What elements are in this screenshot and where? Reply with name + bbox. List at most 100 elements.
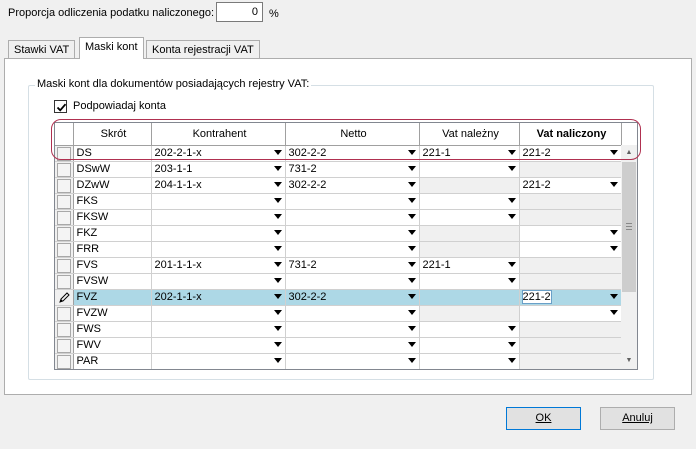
cell-kontrahent[interactable] (151, 337, 286, 354)
column-header-vat-nalezny[interactable]: Vat należny (419, 123, 520, 146)
chevron-down-icon[interactable] (407, 165, 416, 171)
cell-netto[interactable]: 302-2-2 (285, 145, 420, 162)
row-selector[interactable] (55, 305, 74, 322)
cell-kontrahent[interactable] (151, 353, 286, 369)
cell-skrot[interactable]: FRR (73, 241, 152, 258)
chevron-down-icon[interactable] (273, 181, 282, 187)
account-masks-grid[interactable]: Skrót Kontrahent Netto Vat należny Vat n… (54, 122, 638, 370)
chevron-down-icon[interactable] (507, 197, 516, 203)
table-row[interactable]: DSwW 203-1-1 731-2 (55, 161, 622, 178)
table-row[interactable]: FWV (55, 337, 622, 354)
cell-netto[interactable] (285, 209, 420, 226)
row-selector[interactable] (55, 161, 74, 178)
table-row[interactable]: FVS 201-1-1-x 731-2 221-1 (55, 257, 622, 274)
cell-vat-nalezny[interactable] (419, 273, 520, 290)
column-header-kontrahent[interactable]: Kontrahent (151, 123, 286, 146)
chevron-down-icon[interactable] (507, 149, 516, 155)
cell-vat-nalezny[interactable] (419, 161, 520, 178)
column-header-vat-naliczony[interactable]: Vat naliczony (519, 123, 622, 146)
chevron-down-icon[interactable] (407, 341, 416, 347)
cell-vat-naliczony[interactable] (519, 225, 622, 242)
cell-netto[interactable] (285, 193, 420, 210)
cell-vat-nalezny[interactable] (419, 305, 520, 322)
cell-kontrahent[interactable] (151, 241, 286, 258)
chevron-down-icon[interactable] (273, 357, 282, 363)
chevron-down-icon[interactable] (273, 165, 282, 171)
cell-netto[interactable]: 731-2 (285, 161, 420, 178)
cell-kontrahent[interactable]: 202-2-1-x (151, 145, 286, 162)
cell-vat-nalezny[interactable] (419, 241, 520, 258)
cell-kontrahent[interactable]: 204-1-1-x (151, 177, 286, 194)
cell-vat-nalezny[interactable] (419, 225, 520, 242)
cancel-button[interactable]: Anuluj (600, 407, 675, 430)
cell-vat-naliczony[interactable] (519, 305, 622, 322)
cell-vat-naliczony[interactable] (519, 321, 622, 338)
chevron-down-icon[interactable] (507, 165, 516, 171)
cell-netto[interactable]: 731-2 (285, 257, 420, 274)
cell-vat-naliczony[interactable] (519, 353, 622, 369)
chevron-down-icon[interactable] (507, 277, 516, 283)
chevron-down-icon[interactable] (273, 341, 282, 347)
cell-vat-nalezny[interactable] (419, 209, 520, 226)
cell-kontrahent[interactable] (151, 321, 286, 338)
chevron-down-icon[interactable] (609, 293, 618, 299)
cell-skrot[interactable]: FVSW (73, 273, 152, 290)
table-row[interactable]: FRR (55, 241, 622, 258)
chevron-down-icon[interactable] (609, 309, 618, 315)
chevron-down-icon[interactable] (407, 229, 416, 235)
cell-vat-nalezny[interactable] (419, 321, 520, 338)
cell-vat-naliczony[interactable] (519, 161, 622, 178)
cell-kontrahent[interactable] (151, 225, 286, 242)
cell-skrot[interactable]: FWS (73, 321, 152, 338)
cell-vat-nalezny[interactable] (419, 337, 520, 354)
scroll-up-icon[interactable]: ▲ (621, 145, 637, 161)
chevron-down-icon[interactable] (273, 309, 282, 315)
chevron-down-icon[interactable] (407, 197, 416, 203)
chevron-down-icon[interactable] (273, 277, 282, 283)
cell-netto[interactable] (285, 305, 420, 322)
cell-kontrahent[interactable] (151, 193, 286, 210)
row-selector[interactable] (55, 225, 74, 242)
tab-konta-rejestracji-vat[interactable]: Konta rejestracji VAT (146, 40, 260, 60)
chevron-down-icon[interactable] (407, 181, 416, 187)
chevron-down-icon[interactable] (273, 197, 282, 203)
row-selector[interactable] (55, 257, 74, 274)
cell-skrot[interactable]: FKS (73, 193, 152, 210)
chevron-down-icon[interactable] (609, 149, 618, 155)
row-selector[interactable] (55, 209, 74, 226)
chevron-down-icon[interactable] (507, 357, 516, 363)
row-selector[interactable] (55, 289, 74, 306)
chevron-down-icon[interactable] (273, 245, 282, 251)
proportion-input[interactable]: 0 (216, 2, 263, 22)
chevron-down-icon[interactable] (407, 149, 416, 155)
tab-maski-kont[interactable]: Maski kont (79, 37, 144, 59)
table-row[interactable]: PAR (55, 353, 622, 369)
table-row[interactable]: FKS (55, 193, 622, 210)
chevron-down-icon[interactable] (407, 245, 416, 251)
cell-netto[interactable] (285, 273, 420, 290)
row-selector[interactable] (55, 177, 74, 194)
table-row[interactable]: FWS (55, 321, 622, 338)
cell-netto[interactable]: 302-2-2 (285, 177, 420, 194)
suggest-accounts-label[interactable]: Podpowiadaj konta (73, 100, 166, 112)
chevron-down-icon[interactable] (273, 293, 282, 299)
table-row[interactable]: DZwW 204-1-1-x 302-2-2 221-2 (55, 177, 622, 194)
cell-skrot[interactable]: FVS (73, 257, 152, 274)
cell-skrot[interactable]: DS (73, 145, 152, 162)
cell-netto[interactable] (285, 225, 420, 242)
table-row[interactable]: DS 202-2-1-x 302-2-2 221-1 221-2 (55, 145, 622, 162)
table-row[interactable]: FVSW (55, 273, 622, 290)
cell-netto[interactable] (285, 353, 420, 369)
table-row[interactable]: FKSW (55, 209, 622, 226)
chevron-down-icon[interactable] (273, 213, 282, 219)
cell-netto[interactable]: 302-2-2 (285, 289, 420, 306)
column-header-skrot[interactable]: Skrót (73, 123, 152, 146)
chevron-down-icon[interactable] (507, 341, 516, 347)
cell-skrot[interactable]: FWV (73, 337, 152, 354)
cell-vat-nalezny[interactable] (419, 289, 520, 306)
cell-skrot[interactable]: FKZ (73, 225, 152, 242)
chevron-down-icon[interactable] (507, 325, 516, 331)
row-selector[interactable] (55, 337, 74, 354)
chevron-down-icon[interactable] (407, 357, 416, 363)
chevron-down-icon[interactable] (407, 277, 416, 283)
